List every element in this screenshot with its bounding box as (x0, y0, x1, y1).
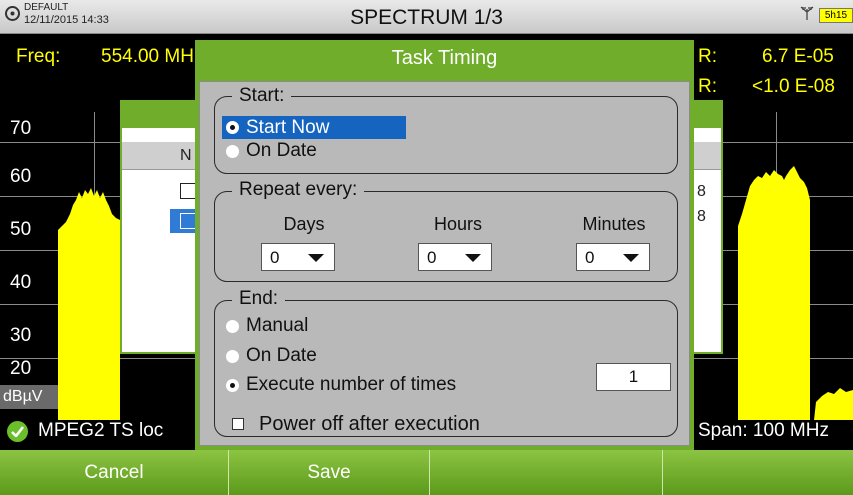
start-now-option[interactable]: Start Now (222, 116, 406, 139)
execution-count-input[interactable]: 1 (596, 363, 671, 391)
chevron-down-icon (465, 254, 481, 262)
start-now-label: Start Now (246, 116, 330, 138)
end-legend: End: (232, 288, 286, 310)
list-item-value: 8 (697, 183, 706, 200)
dialog-title: Task Timing (391, 47, 498, 69)
end-on-date-label: On Date (246, 345, 317, 366)
list-item-value: 8 (697, 208, 706, 225)
end-manual-label: Manual (246, 315, 309, 336)
list-item-checkbox[interactable] (180, 213, 196, 229)
save-button[interactable]: Save (229, 450, 430, 495)
lock-status: MPEG2 TS loc (38, 420, 164, 441)
lock-ok-icon (7, 421, 28, 442)
cancel-button[interactable]: Cancel (0, 450, 229, 495)
end-manual-radio[interactable] (226, 319, 239, 333)
minutes-label: Minutes (582, 214, 646, 234)
softkey-4[interactable] (663, 450, 853, 495)
minutes-select[interactable]: 0 (576, 243, 650, 271)
end-execute-times-option[interactable]: Execute number of times (226, 374, 456, 396)
background-col-header: N (180, 147, 192, 164)
end-on-date-radio[interactable] (226, 349, 239, 363)
minutes-value: 0 (585, 248, 595, 267)
end-execute-times-label: Execute number of times (246, 374, 457, 395)
end-manual-option[interactable]: Manual (226, 315, 308, 337)
start-on-date-label: On Date (246, 140, 317, 161)
dialog-body: Start: Start Now On Date Repeat every: D… (199, 81, 690, 446)
start-now-radio[interactable] (226, 121, 239, 134)
list-item-checkbox[interactable] (180, 183, 196, 199)
repeat-legend: Repeat every: (232, 179, 365, 201)
softkey-3[interactable] (430, 450, 663, 495)
days-select[interactable]: 0 (261, 243, 335, 271)
days-label: Days (283, 214, 325, 234)
start-on-date-option[interactable]: On Date (226, 140, 317, 162)
end-execute-times-radio[interactable] (226, 378, 239, 392)
y-unit-label: dBµV (0, 385, 58, 409)
days-value: 0 (270, 248, 280, 267)
power-off-checkbox[interactable] (232, 418, 244, 430)
hours-value: 0 (427, 248, 437, 267)
span-status: Span: 100 MHz (698, 420, 829, 441)
end-on-date-option[interactable]: On Date (226, 345, 317, 367)
chevron-down-icon (308, 254, 324, 262)
hours-select[interactable]: 0 (418, 243, 492, 271)
chevron-down-icon (623, 254, 639, 262)
softkey-bar: Cancel Save (0, 450, 853, 495)
start-on-date-radio[interactable] (226, 144, 239, 158)
start-legend: Start: (232, 85, 292, 107)
hours-label: Hours (433, 214, 482, 234)
power-off-label: Power off after execution (259, 413, 480, 435)
